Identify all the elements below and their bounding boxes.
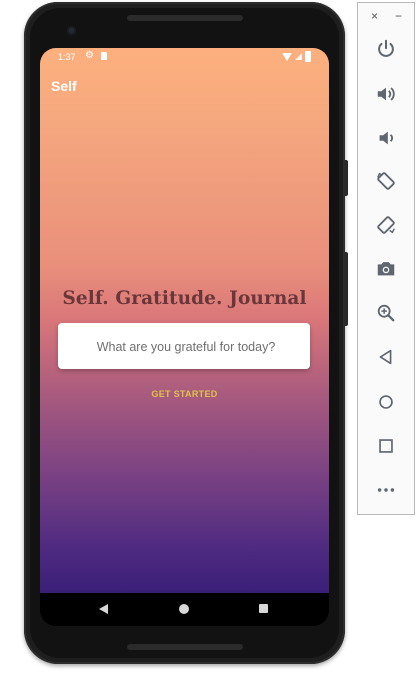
battery-icon — [305, 51, 311, 62]
front-camera-icon — [67, 26, 76, 35]
more-icon[interactable] — [372, 476, 400, 504]
gratitude-input-card[interactable] — [58, 323, 314, 371]
home-icon[interactable] — [372, 388, 400, 416]
zoom-icon[interactable] — [372, 299, 400, 327]
side-power-button — [345, 160, 348, 196]
nav-back-icon[interactable] — [99, 604, 108, 614]
navigation-bar — [40, 593, 329, 626]
bottom-speaker — [127, 644, 243, 650]
cell-signal-icon — [295, 53, 302, 60]
status-bar: 1:37 ⚙ — [40, 48, 329, 66]
volume-up-icon[interactable] — [372, 80, 400, 108]
emulator-toolbar: × − — [357, 2, 415, 515]
app-screen: 1:37 ⚙ Self Self. Gratitude. Journal GET… — [40, 48, 329, 593]
status-indicators — [282, 51, 311, 62]
nav-overview-icon[interactable] — [259, 604, 268, 613]
sd-card-icon — [101, 52, 107, 60]
back-icon[interactable] — [372, 343, 400, 371]
wifi-icon — [282, 52, 292, 61]
gratitude-input[interactable] — [58, 323, 314, 371]
overview-icon[interactable] — [372, 432, 400, 460]
side-volume-button — [345, 252, 348, 326]
close-window-button[interactable]: × — [371, 9, 378, 23]
nav-home-icon[interactable] — [179, 604, 189, 614]
settings-gear-icon: ⚙ — [85, 50, 94, 61]
minimize-window-button[interactable]: − — [395, 9, 402, 23]
status-time: 1:37 — [58, 52, 76, 62]
rotate-right-icon[interactable] — [372, 211, 400, 239]
top-speaker — [127, 15, 243, 21]
volume-down-icon[interactable] — [372, 124, 400, 152]
get-started-button[interactable]: GET STARTED — [40, 389, 329, 399]
headline: Self. Gratitude. Journal — [62, 288, 307, 309]
camera-icon[interactable] — [372, 255, 400, 283]
rotate-left-icon[interactable] — [372, 167, 400, 195]
power-icon[interactable] — [372, 35, 400, 63]
app-title: Self — [51, 78, 77, 94]
